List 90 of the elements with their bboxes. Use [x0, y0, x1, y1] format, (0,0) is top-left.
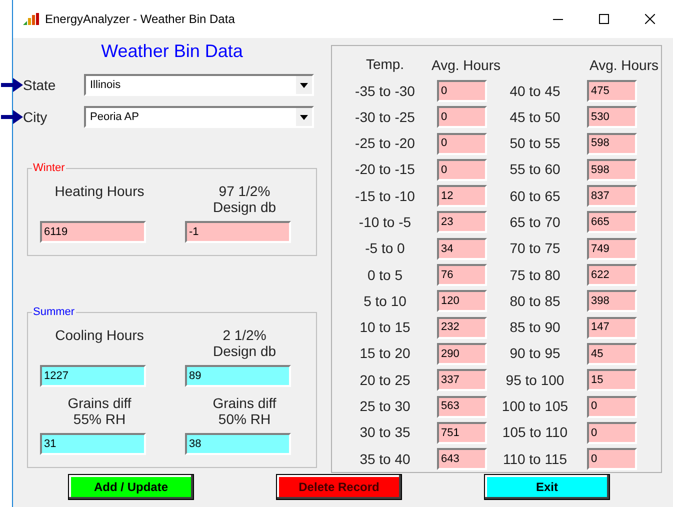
temperature-range: 50 to 55 — [508, 134, 562, 154]
text-field[interactable]: 6119 — [40, 221, 146, 243]
text-field[interactable]: 23 — [437, 211, 487, 234]
text-field[interactable]: 751 — [437, 422, 487, 444]
temperature-range: 110 to 115 — [502, 450, 568, 469]
temperature-range: -20 to -15 — [354, 160, 416, 180]
text-field[interactable]: 475 — [587, 80, 637, 102]
text-field[interactable]: 45 — [587, 342, 637, 365]
temperature-range: 60 to 65 — [508, 186, 562, 206]
field-label: Grains diff 55% RH — [68, 395, 132, 429]
text-field[interactable]: 837 — [587, 185, 637, 208]
dropdown[interactable]: Peoria AP — [84, 106, 314, 128]
temperature-range: 70 to 75 — [508, 239, 562, 258]
text-field[interactable]: -1 — [185, 221, 291, 243]
text-field[interactable]: 31 — [40, 433, 146, 455]
temperature-range: 95 to 100 — [504, 370, 566, 390]
temperature-range: 25 to 30 — [358, 397, 412, 416]
text-field[interactable]: 12 — [437, 185, 487, 208]
arrow-icon — [1, 110, 23, 124]
field-label: Grains diff 50% RH — [212, 395, 276, 429]
text-field[interactable]: 398 — [587, 290, 637, 312]
text-field[interactable]: 120 — [437, 290, 487, 312]
temperature-range: 45 to 50 — [508, 108, 562, 127]
field-label: 2 1/2% Design db — [212, 327, 276, 361]
temperature-range: 75 to 80 — [508, 266, 562, 285]
temperature-range: 55 to 60 — [508, 160, 562, 180]
temperature-range: 35 to 40 — [358, 450, 412, 469]
temperature-range: 0 to 5 — [366, 266, 404, 285]
column-header: Avg. Hours — [588, 56, 660, 75]
window-title: EnergyAnalyzer - Weather Bin Data — [45, 11, 235, 28]
temperature-range: -30 to -25 — [354, 108, 416, 127]
temperature-range: -15 to -10 — [354, 186, 416, 206]
text-field[interactable]: 34 — [437, 238, 487, 260]
action-button[interactable]: Exit — [484, 474, 610, 500]
temperature-range: -10 to -5 — [358, 212, 412, 232]
text-field[interactable]: 0 — [587, 396, 637, 418]
temperature-range: 40 to 45 — [508, 82, 562, 100]
column-header: Temp. — [364, 55, 406, 74]
text-field[interactable]: 290 — [437, 342, 487, 365]
temperature-range: 15 to 20 — [358, 344, 412, 364]
text-field[interactable]: 0 — [587, 448, 637, 470]
temperature-range: -5 to 0 — [364, 239, 406, 258]
text-field[interactable]: 232 — [437, 316, 487, 339]
text-field[interactable]: 598 — [587, 158, 637, 181]
app-logo-icon — [23, 13, 39, 25]
text-field[interactable]: 622 — [587, 264, 637, 286]
action-button[interactable]: Add / Update — [68, 474, 194, 500]
text-field[interactable]: 1227 — [40, 365, 146, 387]
field-label: City — [23, 108, 48, 127]
field-label: Heating Hours — [54, 183, 144, 201]
text-field[interactable]: 147 — [587, 316, 637, 339]
text-field[interactable]: 598 — [587, 132, 637, 155]
temperature-range: -25 to -20 — [354, 134, 416, 154]
temperature-range: 65 to 70 — [508, 212, 562, 232]
field-label: State — [23, 76, 57, 94]
text-field[interactable]: 38 — [185, 433, 291, 455]
text-field[interactable]: 15 — [587, 369, 637, 392]
text-field[interactable]: 0 — [437, 80, 487, 102]
text-field[interactable]: 0 — [437, 158, 487, 181]
maximize-icon — [599, 14, 609, 24]
text-field[interactable]: 563 — [437, 396, 487, 418]
text-field[interactable]: 0 — [437, 132, 487, 155]
text-field[interactable]: 337 — [437, 369, 487, 392]
temperature-range: 5 to 10 — [362, 292, 408, 311]
close-icon — [645, 14, 655, 24]
column-header: Avg. Hours — [430, 56, 502, 75]
dropdown[interactable]: Illinois — [84, 74, 314, 96]
temperature-range: 105 to 110 — [501, 423, 569, 442]
temperature-range: 20 to 25 — [358, 370, 412, 390]
field-label: Cooling Hours — [55, 327, 144, 345]
text-field[interactable]: 89 — [185, 365, 291, 387]
temperature-range: 30 to 35 — [358, 423, 412, 442]
temperature-range: 90 to 95 — [508, 344, 562, 364]
temperature-range: 100 to 105 — [500, 397, 570, 416]
temperature-range: 85 to 90 — [508, 318, 562, 338]
text-field[interactable]: 749 — [587, 238, 637, 260]
text-field[interactable]: 76 — [437, 264, 487, 286]
temperature-range: -35 to -30 — [354, 82, 416, 100]
action-button[interactable]: Delete Record — [276, 474, 402, 500]
form-heading: Weather Bin Data — [100, 40, 244, 62]
temperature-range: 10 to 15 — [358, 318, 412, 338]
temperature-range: 80 to 85 — [508, 292, 562, 311]
arrow-icon — [1, 78, 23, 92]
minimize-icon — [553, 18, 563, 20]
text-field[interactable]: 665 — [587, 211, 637, 234]
field-label: 97 1/2% Design db — [212, 183, 276, 217]
text-field[interactable]: 530 — [587, 106, 637, 128]
text-field[interactable]: 0 — [437, 106, 487, 128]
text-field[interactable]: 0 — [587, 422, 637, 444]
text-field[interactable]: 643 — [437, 448, 487, 470]
